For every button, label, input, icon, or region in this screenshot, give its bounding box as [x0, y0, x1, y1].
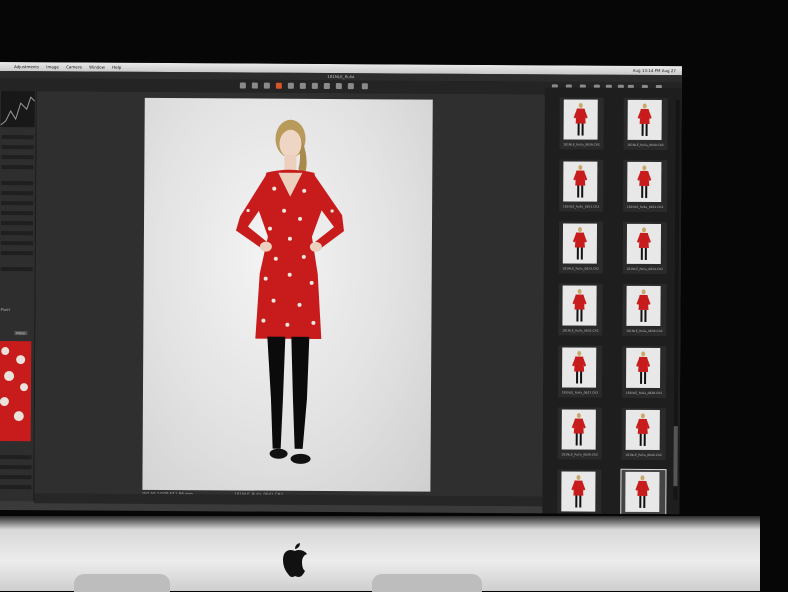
status-bar	[34, 493, 542, 506]
menu-item-window[interactable]: Window	[89, 65, 105, 70]
thumbnail-label: 181NLE_Rulia_0639.CR2	[559, 141, 603, 147]
menu-bar-clock: Aug 13:14 PM Aug 27	[633, 66, 676, 75]
main-photo[interactable]	[142, 98, 432, 492]
tool-row[interactable]	[1, 251, 33, 255]
thumbnail-label: 181NLE_Rulia_0640.CR2	[622, 452, 666, 458]
thumbnail-label: 181NLE_Rulia_0634.CR2	[623, 266, 667, 272]
tool-row[interactable]	[1, 221, 33, 225]
tool-row[interactable]	[1, 241, 33, 245]
thumbnail-image	[626, 286, 660, 326]
browser-scroll-thumb[interactable]	[673, 426, 677, 486]
thumbnail-image	[626, 348, 660, 388]
tool-row[interactable]	[0, 465, 32, 469]
thumbnail[interactable]: 181NLE_Rulia_0642.CR2	[621, 470, 665, 514]
tool-row[interactable]	[1, 165, 33, 169]
histogram-curve	[1, 91, 35, 127]
thumbnail-image	[563, 161, 597, 201]
thumbnail[interactable]: 181NLE_Rulia_0635.CR2	[558, 283, 602, 335]
thumbnail-label: 181NLE_Rulia_0632.CR2	[623, 204, 667, 210]
grid-view-icon[interactable]	[362, 83, 368, 89]
keystone-tool-icon[interactable]	[312, 83, 318, 89]
loupe-dot	[4, 371, 14, 381]
tool-row[interactable]	[0, 455, 32, 459]
loupe-dot	[1, 347, 9, 355]
thumbnail[interactable]: 181NLE_Rulia_0639.CR2	[558, 407, 602, 459]
tool-row[interactable]	[1, 191, 33, 195]
thumbnail[interactable]: 181NLE_Rulia_0637.CR2	[558, 345, 602, 397]
tool-panel: Pixel Focus	[0, 91, 37, 501]
thumbnail-image	[562, 347, 596, 387]
tool-row[interactable]	[1, 231, 33, 235]
tool-row[interactable]	[1, 267, 33, 271]
tool-row[interactable]	[0, 485, 31, 489]
tool-row[interactable]	[1, 201, 33, 205]
stand-foot-right	[372, 574, 482, 592]
thumbnail-label: 181NLE_Rulia_0631.CR2	[559, 203, 603, 209]
side-label: Pixel	[0, 307, 9, 312]
focus-loupe-preview	[0, 341, 31, 441]
menu-item-help[interactable]: Help	[112, 65, 121, 70]
menu-item-image[interactable]: Image	[46, 64, 59, 69]
thumbnail[interactable]: 181NLE_Rulia_0633.CR2	[559, 221, 603, 273]
brush-tool-icon[interactable]	[348, 83, 354, 89]
apple-logo-icon	[278, 542, 312, 580]
loupe-dot	[14, 411, 24, 421]
thumbnail[interactable]: 181NLE_Rulia_0631.CR2	[559, 159, 603, 211]
spot-tool-icon[interactable]	[324, 83, 330, 89]
model-figure	[142, 98, 432, 492]
tool-row[interactable]	[2, 135, 34, 139]
picker-tool-icon[interactable]	[336, 83, 342, 89]
thumbnail-image	[628, 100, 662, 140]
cursor-tool-icon[interactable]	[240, 82, 246, 88]
thumbnail[interactable]: 181NLE_Rulia_0640.CR2	[622, 408, 666, 460]
thumbnail-label: 181NLE_Rulia_0637.CR2	[558, 389, 602, 395]
thumbnail-image	[562, 285, 596, 325]
zoom-tool-icon[interactable]	[264, 83, 270, 89]
loupe-tab[interactable]: Focus	[14, 331, 27, 335]
thumbnail-image	[564, 99, 598, 139]
thumbnail[interactable]: 181NLE_Rulia_0632.CR2	[623, 160, 667, 212]
thumbnail-label: 181NLE_Rulia_0636.CR2	[622, 328, 666, 334]
pan-tool-icon[interactable]	[252, 83, 258, 89]
thumbnail-image	[625, 472, 659, 512]
thumbnail[interactable]: 181NLE_Rulia_0634.CR2	[623, 222, 667, 274]
thumbnail[interactable]: 181NLE_Rulia_0641.CR2	[557, 469, 601, 514]
stand-foot-left	[74, 574, 170, 592]
tool-row[interactable]	[1, 211, 33, 215]
menu-item-camera[interactable]: Camera	[66, 64, 82, 69]
rotate-tool-icon[interactable]	[300, 83, 306, 89]
loupe-tool-icon[interactable]	[276, 83, 282, 89]
thumbnail[interactable]: 181NLE_Rulia_0639.CR2	[559, 97, 603, 149]
tool-row[interactable]	[0, 475, 31, 479]
tool-row[interactable]	[1, 181, 33, 185]
thumbnail-image	[626, 410, 660, 450]
thumbnail-image	[627, 224, 661, 264]
thumbnail-label: 181NLE_Rulia_0640.CR2	[623, 142, 667, 148]
thumbnail-image	[561, 471, 595, 511]
histogram	[1, 91, 35, 127]
thumbnail-image	[562, 409, 596, 449]
thumbnail[interactable]: 181NLE_Rulia_0638.CR2	[622, 346, 666, 398]
tool-row[interactable]	[1, 145, 33, 149]
loupe-dot	[16, 355, 25, 364]
crop-tool-icon[interactable]	[288, 83, 294, 89]
thumbnail-label: 181NLE_Rulia_0633.CR2	[559, 265, 603, 271]
tool-row[interactable]	[1, 155, 33, 159]
thumbnail-label: 181NLE_Rulia_0639.CR2	[558, 451, 602, 457]
thumbnail-image	[627, 162, 661, 202]
thumbnail-label: 181NLE_Rulia_0638.CR2	[622, 390, 666, 396]
thumbnail-label: 181NLE_Rulia_0635.CR2	[558, 327, 602, 333]
thumbnail[interactable]: 181NLE_Rulia_0636.CR2	[622, 284, 666, 336]
loupe-dot	[20, 383, 28, 391]
menu-item-adjustments[interactable]: Adjustments	[14, 64, 39, 69]
thumbnail[interactable]: 181NLE_Rulia_0640.CR2	[623, 98, 667, 150]
loupe-dot	[0, 397, 9, 406]
screen: Adjustments Image Camera Window Help Aug…	[0, 62, 682, 514]
thumbnail-image	[563, 223, 597, 263]
